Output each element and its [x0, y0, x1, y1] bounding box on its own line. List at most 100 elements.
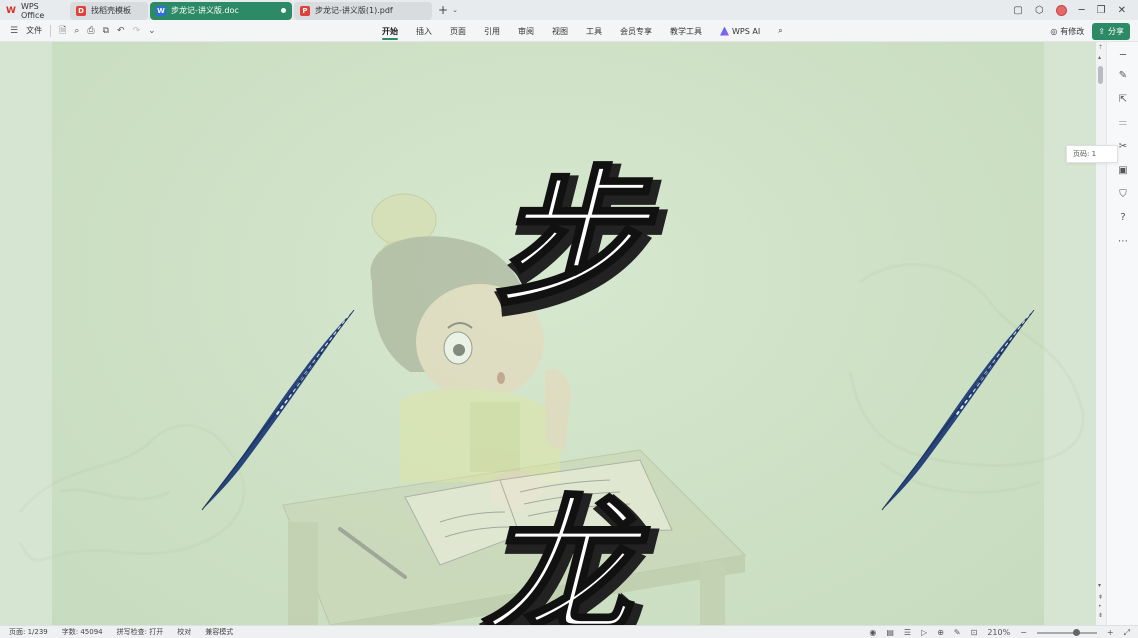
scroll-thumb[interactable]: [1098, 66, 1103, 84]
menu-icon[interactable]: ☰: [10, 26, 18, 36]
tab-wps-office[interactable]: W WPS Office: [0, 2, 68, 20]
scroll-top-icon[interactable]: ⇡: [1098, 44, 1103, 51]
status-word-count[interactable]: 字数: 45094: [62, 627, 103, 637]
select-cursor-icon[interactable]: ⇱: [1117, 94, 1129, 105]
menu-wps-ai-label: WPS AI: [732, 26, 761, 36]
status-proofread[interactable]: 校对: [177, 627, 191, 637]
edit-status-button[interactable]: ◎ 有修改: [1050, 26, 1084, 37]
menu-home[interactable]: 开始: [373, 20, 407, 42]
fit-page-icon[interactable]: ⊡: [971, 628, 978, 637]
play-icon[interactable]: ▷: [921, 628, 927, 637]
file-menu-button[interactable]: 文件: [26, 25, 42, 36]
dragon-watermark-right: [848, 263, 1085, 494]
web-view-icon[interactable]: ⊕: [937, 628, 944, 637]
fullscreen-icon[interactable]: ⤢: [1124, 628, 1130, 638]
write-mode-icon[interactable]: ✎: [954, 628, 961, 637]
prev-page-icon[interactable]: ⇞: [1098, 594, 1103, 601]
scroll-down-icon[interactable]: ▾: [1098, 582, 1101, 589]
eye-protection-icon[interactable]: ◉: [869, 628, 876, 637]
page-dot-icon[interactable]: •: [1098, 603, 1102, 610]
adjust-icon: ⚌: [1118, 117, 1128, 128]
ribbon-toolbar: ☰ 文件 🗎 ⌕ ⎙ ⧉ ↶ ↷ ⌄ 开始 插入 页面 引用 审阅 视图 工具 …: [0, 20, 1138, 42]
chevron-down-icon[interactable]: ⌄: [452, 6, 458, 14]
status-compat-mode: 兼容模式: [205, 628, 234, 636]
tab-label: 步龙记-讲义版(1).pdf: [315, 6, 393, 15]
page-view-icon[interactable]: ▤: [886, 628, 894, 637]
wps-logo-icon: W: [6, 5, 16, 16]
pen-icon[interactable]: ✎: [1117, 70, 1129, 81]
zoom-slider-knob[interactable]: [1072, 628, 1080, 636]
cover-illustration: 步 步 龙 龙: [18, 150, 1085, 626]
unsaved-dot-icon: [281, 8, 286, 13]
edit-status-label: 有修改: [1060, 27, 1085, 36]
menu-view[interactable]: 视图: [543, 20, 577, 42]
menu-tabs: 开始 插入 页面 引用 审阅 视图 工具 会员专享 教学工具 WPS AI ⌕: [373, 20, 792, 42]
template-icon: D: [76, 5, 86, 16]
save-icon[interactable]: 🗎: [59, 23, 66, 39]
search-icon[interactable]: ⌕: [769, 20, 791, 42]
menu-page[interactable]: 页面: [441, 20, 475, 42]
tab-label: 步龙记-讲义版.doc: [171, 6, 239, 15]
minimize-button[interactable]: ─: [1079, 5, 1085, 16]
menu-tools[interactable]: 工具: [577, 20, 611, 42]
zoom-level[interactable]: 210%: [987, 628, 1010, 637]
zoom-slider[interactable]: [1036, 628, 1097, 636]
help-icon[interactable]: ?: [1117, 212, 1129, 223]
quill-right: [881, 309, 1035, 511]
undo-icon[interactable]: ↶: [117, 26, 125, 36]
right-sidebar: ─ ✎ ⇱ ⚌ ✂ ▣ ⛉ ? ⋯: [1106, 42, 1138, 625]
eye-icon: ◎: [1050, 27, 1058, 36]
title-char-2-text: 龙: [482, 480, 650, 625]
menu-review[interactable]: 审阅: [509, 20, 543, 42]
quill-left: [201, 309, 355, 511]
menu-insert[interactable]: 插入: [407, 20, 441, 42]
wps-ai-icon: [720, 26, 729, 36]
pdf-icon: P: [300, 5, 310, 16]
share-label: 分享: [1108, 27, 1124, 36]
status-bar: 页面: 1/239 字数: 45094 拼写检查: 打开 校对 兼容模式 ◉ ▤…: [0, 625, 1138, 638]
word-doc-icon: W: [156, 5, 166, 16]
menu-wps-ai[interactable]: WPS AI: [711, 20, 769, 42]
page-number-tooltip: 页码: 1: [1066, 145, 1118, 163]
menu-member[interactable]: 会员专享: [611, 20, 661, 42]
window-mode-icon[interactable]: ▢: [1013, 5, 1022, 16]
collapse-icon[interactable]: ─: [1117, 50, 1129, 61]
dragon-watermark-left: [18, 423, 246, 562]
next-page-icon[interactable]: ⇟: [1098, 612, 1103, 619]
print-icon[interactable]: ⎙: [87, 26, 94, 36]
outline-view-icon[interactable]: ☰: [904, 628, 911, 637]
vertical-scrollbar[interactable]: ⇡ ▴ ▾ ⇞ • ⇟: [1096, 42, 1106, 625]
close-button[interactable]: ✕: [1118, 5, 1126, 16]
tab-find-template[interactable]: D 找稻壳模板: [70, 1, 148, 20]
restore-button[interactable]: ❐: [1097, 5, 1106, 16]
divider: [50, 24, 52, 37]
menu-teaching-tools[interactable]: 教学工具: [661, 20, 711, 42]
tab-active-doc[interactable]: W 步龙记-讲义版.doc: [150, 1, 292, 20]
tab-bar: W WPS Office D 找稻壳模板 W 步龙记-讲义版.doc P 步龙记…: [0, 0, 1138, 20]
document-area[interactable]: 步 步 龙 龙: [0, 42, 1096, 625]
share-button[interactable]: ⇪ 分享: [1092, 23, 1130, 40]
title-char-2: 龙 龙: [481, 479, 660, 626]
shirt-icon[interactable]: ⛉: [1117, 189, 1129, 200]
zoom-out-button[interactable]: −: [1020, 628, 1027, 637]
cube-icon[interactable]: ⬡: [1035, 5, 1044, 16]
zoom-in-button[interactable]: +: [1107, 628, 1114, 637]
tab-label: 找稻壳模板: [91, 6, 131, 15]
scroll-up-icon[interactable]: ▴: [1098, 54, 1101, 61]
tab-label: WPS Office: [20, 1, 45, 20]
window-controls: ▢ ⬡ ─ ❐ ✕: [1013, 0, 1138, 20]
chevron-down-icon[interactable]: ⌄: [148, 26, 156, 36]
status-spell-check[interactable]: 拼写检查: 打开: [117, 627, 164, 637]
tab-pdf[interactable]: P 步龙记-讲义版(1).pdf: [294, 1, 432, 20]
tools-icon[interactable]: ✂: [1117, 141, 1129, 152]
find-icon[interactable]: ⌕: [74, 26, 79, 36]
print-preview-icon[interactable]: ⧉: [103, 26, 109, 36]
status-page[interactable]: 页面: 1/239: [9, 627, 48, 637]
more-icon[interactable]: ⋯: [1117, 236, 1129, 247]
image-icon[interactable]: ▣: [1117, 165, 1129, 176]
new-tab-button[interactable]: +: [438, 3, 448, 17]
menu-references[interactable]: 引用: [475, 20, 509, 42]
avatar[interactable]: [1055, 4, 1067, 16]
redo-icon[interactable]: ↷: [133, 26, 141, 36]
title-char-1-text: 步: [494, 151, 658, 327]
